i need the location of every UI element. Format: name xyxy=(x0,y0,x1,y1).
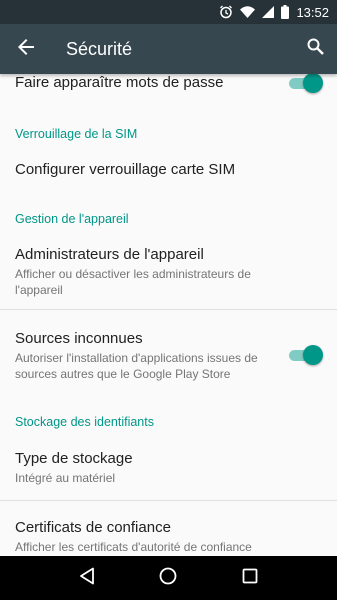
unknown-sources-row[interactable]: Sources inconnues Autoriser l'installati… xyxy=(0,320,337,390)
unknown-sources-switch[interactable] xyxy=(289,345,323,365)
unknown-sources-label: Sources inconnues xyxy=(15,330,143,347)
wifi-icon xyxy=(240,6,256,18)
divider xyxy=(0,309,337,310)
back-triangle-icon xyxy=(79,567,95,590)
storage-type-summary: Intégré au matériel xyxy=(15,471,116,485)
trusted-credentials-row[interactable]: Certificats de confiance Afficher les ce… xyxy=(0,510,337,556)
search-button[interactable] xyxy=(293,24,337,74)
sim-lock-label: Configurer verrouillage carte SIM xyxy=(15,161,236,178)
status-bar: 13:52 xyxy=(0,0,337,24)
back-button[interactable] xyxy=(0,24,52,74)
device-admins-label: Administrateurs de l'appareil xyxy=(15,246,204,263)
arrow-back-icon xyxy=(18,38,34,60)
unknown-sources-summary: Autoriser l'installation d'applications … xyxy=(15,351,258,381)
device-admins-row[interactable]: Administrateurs de l'appareil Afficher o… xyxy=(0,234,337,304)
storage-type-row[interactable]: Type de stockage Intégré au matériel xyxy=(0,440,337,490)
home-circle-icon xyxy=(159,567,177,590)
sim-lock-row[interactable]: Configurer verrouillage carte SIM xyxy=(0,150,337,190)
show-passwords-switch[interactable] xyxy=(289,74,323,93)
trusted-credentials-summary: Afficher les certificats d'autorité de c… xyxy=(15,540,252,554)
show-passwords-label: Faire apparaître mots de passe xyxy=(15,74,224,91)
device-admins-summary: Afficher ou désactiver les administrateu… xyxy=(15,267,251,297)
recents-square-icon xyxy=(242,568,258,589)
nav-recents-button[interactable] xyxy=(230,558,270,598)
credential-storage-header: Stockage des identifiants xyxy=(15,415,154,429)
navigation-bar xyxy=(0,556,337,600)
nav-back-button[interactable] xyxy=(67,558,107,598)
page-title: Sécurité xyxy=(66,38,133,59)
search-icon xyxy=(307,38,324,60)
settings-list[interactable]: Faire apparaître mots de passe Verrouill… xyxy=(0,74,337,556)
signal-icon xyxy=(262,6,275,18)
app-bar: Sécurité xyxy=(0,24,337,74)
battery-icon xyxy=(281,5,290,19)
trusted-credentials-label: Certificats de confiance xyxy=(15,519,171,536)
sim-lock-header: Verrouillage de la SIM xyxy=(15,127,138,141)
divider xyxy=(0,500,337,501)
storage-type-label: Type de stockage xyxy=(15,450,133,467)
alarm-icon xyxy=(219,5,233,19)
show-passwords-row[interactable]: Faire apparaître mots de passe xyxy=(0,74,337,94)
nav-home-button[interactable] xyxy=(148,558,188,598)
status-time: 13:52 xyxy=(296,4,329,20)
device-admin-header: Gestion de l'appareil xyxy=(15,212,129,226)
